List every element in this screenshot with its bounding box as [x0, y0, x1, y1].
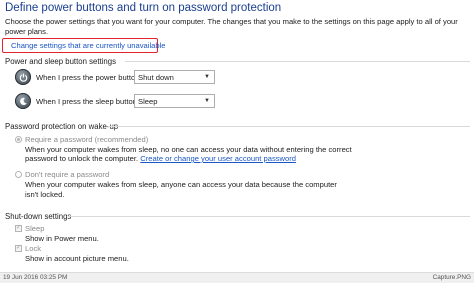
- section-divider: [125, 61, 470, 62]
- change-settings-link[interactable]: Change settings that are currently unava…: [2, 38, 166, 53]
- sleep-button-icon: [15, 93, 31, 109]
- lock-option-desc: Show in account picture menu.: [25, 254, 129, 263]
- shutdown-heading: Shut-down settings: [5, 212, 72, 221]
- section-divider: [68, 216, 470, 217]
- create-password-link[interactable]: Create or change your user account passw…: [140, 154, 296, 163]
- status-filename: Capture.PNG: [432, 274, 471, 281]
- require-password-desc-2: password to unlock the computer. Create …: [25, 154, 296, 164]
- require-password-radio[interactable]: [15, 136, 22, 143]
- sleep-option-desc: Show in Power menu.: [25, 234, 99, 243]
- no-password-desc: When your computer wakes from sleep, any…: [25, 180, 337, 199]
- page-title: Define power buttons and turn on passwor…: [5, 2, 282, 14]
- power-button-select[interactable]: Shut down ▼: [134, 70, 215, 84]
- power-button-value: Shut down: [138, 72, 174, 82]
- power-button-icon: [15, 69, 31, 85]
- chevron-down-icon: ▼: [204, 74, 210, 80]
- change-settings-label[interactable]: Change settings that are currently unava…: [11, 41, 166, 50]
- sleep-button-label: When I press the sleep button:: [36, 97, 139, 106]
- power-button-label: When I press the power button:: [36, 73, 142, 82]
- require-password-desc-text: password to unlock the computer.: [25, 154, 139, 163]
- password-heading: Password protection on wake-up: [5, 122, 119, 131]
- chevron-down-icon: ▼: [204, 98, 210, 104]
- power-sleep-heading: Power and sleep button settings: [5, 57, 116, 66]
- lock-option-label: Lock: [25, 244, 42, 253]
- page-intro: Choose the power settings that you want …: [5, 17, 458, 36]
- sleep-button-select[interactable]: Sleep ▼: [134, 94, 215, 108]
- sleep-option-label: Sleep: [25, 224, 45, 233]
- section-divider: [108, 126, 470, 127]
- lock-checkbox[interactable]: ✓: [15, 245, 22, 252]
- no-password-label: Don't require a password: [25, 170, 110, 179]
- no-password-radio[interactable]: [15, 171, 22, 178]
- sleep-button-value: Sleep: [138, 96, 158, 106]
- status-timestamp: 19 Jun 2016 03:25 PM: [3, 274, 68, 281]
- status-bar: 19 Jun 2016 03:25 PM Capture.PNG: [0, 272, 474, 283]
- sleep-checkbox[interactable]: ✓: [15, 225, 22, 232]
- require-password-label: Require a password (recommended): [25, 135, 149, 144]
